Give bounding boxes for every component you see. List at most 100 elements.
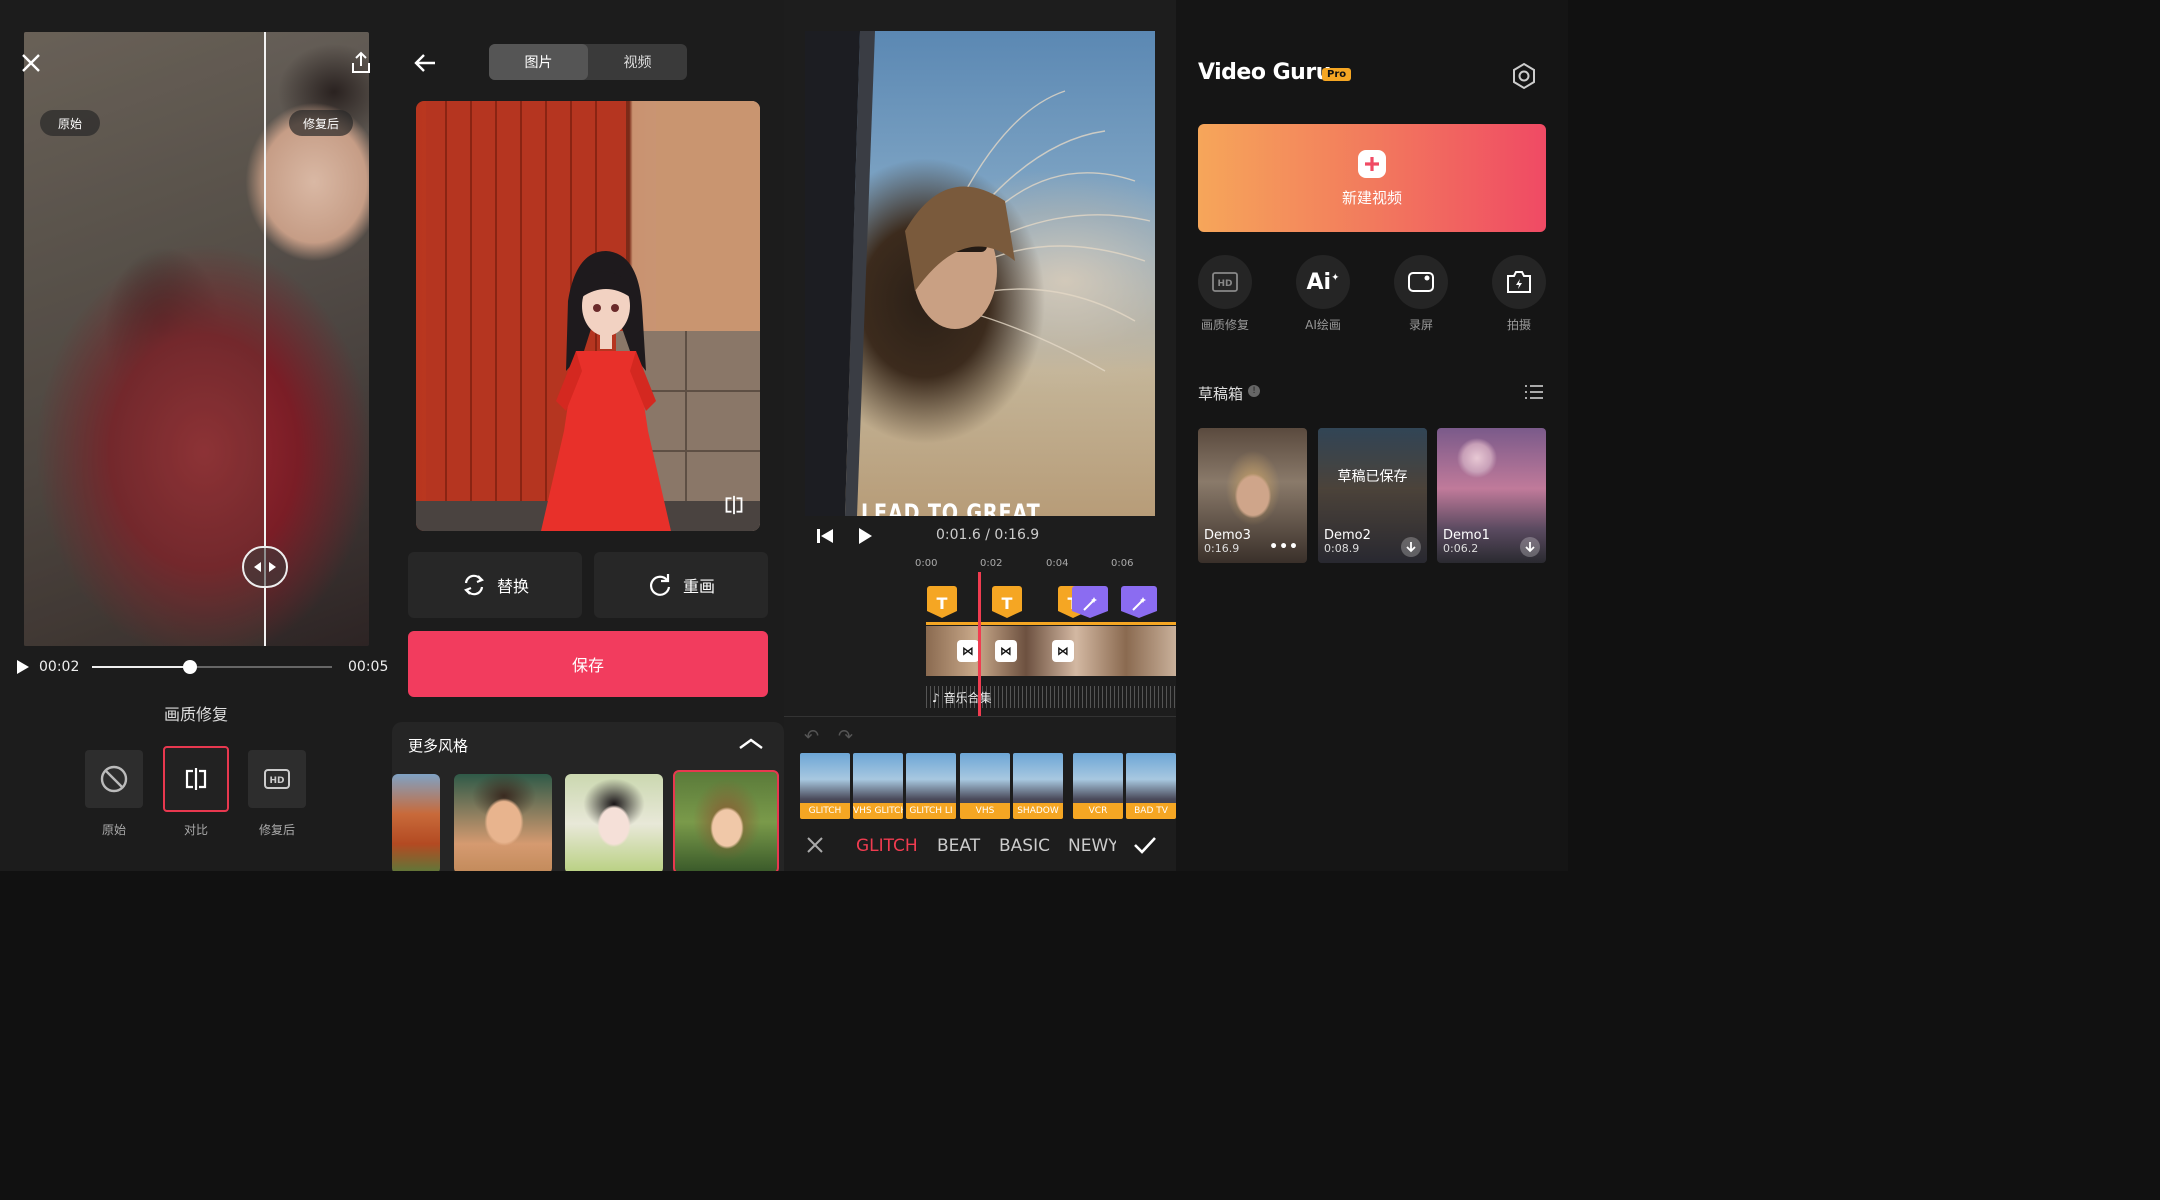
play-icon[interactable] [14, 658, 32, 676]
tab-photo[interactable]: 图片 [489, 44, 588, 80]
swap-icon [464, 574, 484, 596]
redraw-button[interactable]: 重画 [594, 552, 768, 618]
draft-item[interactable]: 草稿已保存 Demo2 0:08.9 [1318, 428, 1427, 563]
effect-label: GLITCH [800, 803, 850, 819]
quick-camera-button[interactable] [1492, 255, 1546, 309]
new-video-label: 新建视频 [1341, 188, 1402, 207]
draft-name: Demo2 [1324, 528, 1371, 543]
info-icon[interactable]: ! [1248, 385, 1260, 397]
transition-icon[interactable]: ⋈ [957, 640, 979, 662]
original-label: 原始 [101, 823, 126, 837]
video-preview: LEAD TO GREAT [805, 31, 1155, 516]
compare-icon [185, 768, 207, 790]
replace-button[interactable]: 替换 [408, 552, 582, 618]
transition-icon[interactable]: ⋈ [995, 640, 1017, 662]
new-video-button[interactable]: 新建视频 [1198, 124, 1546, 232]
effect-thumb[interactable]: VCR [1073, 753, 1123, 819]
back-arrow-icon[interactable] [410, 48, 440, 78]
effect-thumb[interactable]: BAD TV [1126, 753, 1176, 819]
text-marker[interactable]: T [927, 586, 957, 618]
drafts-label: 草稿箱 [1198, 385, 1244, 403]
effect-thumb[interactable]: VHS GLITCH [853, 753, 903, 819]
draft-name: Demo1 [1443, 528, 1490, 543]
ruler-tick: 0:04 [1046, 558, 1069, 569]
close-icon[interactable] [804, 834, 826, 856]
tab-beat[interactable]: BEAT [937, 836, 980, 856]
undo-icon[interactable]: ↶ [804, 726, 819, 747]
magic-wand-icon [1083, 596, 1097, 611]
download-icon[interactable] [1401, 537, 1421, 557]
save-button[interactable]: 保存 [408, 631, 768, 697]
check-icon[interactable] [1132, 832, 1158, 858]
redo-icon[interactable]: ↷ [838, 726, 853, 747]
effect-thumb[interactable]: GLITCH [800, 753, 850, 819]
list-view-icon[interactable] [1522, 381, 1546, 403]
style-thumb[interactable] [392, 774, 440, 871]
style-thumb[interactable] [454, 774, 552, 871]
redraw-label: 重画 [682, 577, 715, 596]
total-time: 00:05 [348, 659, 389, 675]
compare-drag-handle[interactable] [242, 546, 288, 588]
draft-duration: 0:06.2 [1443, 542, 1479, 555]
share-icon[interactable] [346, 48, 376, 78]
effect-thumb[interactable]: VHS [960, 753, 1010, 819]
quick-ai-art-button[interactable]: Ai✦ [1296, 255, 1350, 309]
ai-icon: Ai✦ [1306, 269, 1340, 295]
quick-record-button[interactable] [1394, 255, 1448, 309]
effect-label: VHS [960, 803, 1010, 819]
chevron-up-icon[interactable] [736, 734, 766, 754]
pro-badge[interactable]: Pro [1322, 68, 1352, 81]
style-thumb[interactable] [565, 774, 663, 871]
saved-overlay-text: 草稿已保存 [1337, 469, 1408, 485]
ruler-tick: 0:00 [915, 558, 938, 569]
compare-button[interactable] [163, 746, 229, 812]
more-styles-label: 更多风格 [408, 737, 469, 755]
skip-back-icon[interactable] [814, 525, 836, 547]
original-button[interactable] [85, 750, 143, 808]
transition-icon[interactable]: ⋈ [1052, 640, 1074, 662]
effect-marker[interactable] [1121, 586, 1157, 618]
home-screen: Video Guru Pro 新建视频 HD 画质修复 Ai✦ AI绘画 录屏 … [1176, 0, 1568, 871]
playback-time: 0:01.6 / 0:16.9 [936, 527, 1040, 543]
tab-newy[interactable]: NEWY [1068, 836, 1116, 856]
effect-label: SHADOW [1013, 803, 1063, 819]
style-thumb-selected[interactable] [673, 770, 779, 871]
hd-icon: HD [1212, 272, 1238, 292]
after-tag: 修复后 [289, 110, 354, 136]
music-label: 音乐合集 [943, 691, 992, 705]
effects-editor-screen: LEAD TO GREAT 0:01.6 / 0:16.9 0:00 0:02 … [784, 0, 1176, 871]
effect-thumb[interactable]: SHADOW [1013, 753, 1063, 819]
playback-current: 0:01.6 [936, 527, 981, 543]
compare-label: 对比 [183, 823, 208, 837]
text-marker[interactable]: T [992, 586, 1022, 618]
download-icon[interactable] [1520, 537, 1540, 557]
current-time: 00:02 [39, 659, 80, 675]
effect-label: VCR [1073, 803, 1123, 819]
hd-icon: HD [264, 769, 290, 789]
draft-duration: 0:16.9 [1204, 542, 1240, 555]
more-options-icon[interactable]: ••• [1269, 539, 1299, 555]
close-icon[interactable] [16, 48, 46, 78]
settings-icon[interactable] [1508, 60, 1540, 92]
tab-glitch[interactable]: GLITCH [856, 836, 918, 856]
scrub-knob[interactable] [183, 660, 198, 674]
replace-label: 替换 [496, 577, 529, 596]
media-type-toggle: 图片 视频 [489, 44, 687, 80]
quick-camera-label: 拍摄 [1506, 318, 1531, 332]
restored-button[interactable]: HD [248, 750, 306, 808]
quick-restore-button[interactable]: HD [1198, 255, 1252, 309]
draft-item[interactable]: Demo3 0:16.9 ••• [1198, 428, 1307, 563]
play-icon[interactable] [854, 525, 876, 547]
app-logo: Video Guru [1198, 60, 1331, 85]
tab-video[interactable]: 视频 [588, 44, 687, 80]
record-icon [1408, 272, 1434, 292]
anime-girl-illustration [416, 101, 760, 531]
draft-item[interactable]: Demo1 0:06.2 [1437, 428, 1546, 563]
wind-hair-photo [805, 31, 1151, 516]
playhead[interactable] [978, 572, 981, 716]
effect-thumb[interactable]: GLITCH LI [906, 753, 956, 819]
ai-art-screen: 图片 视频 替换 重画 保存 更多风格 [392, 0, 784, 871]
compare-icon[interactable] [720, 491, 748, 519]
tab-basic[interactable]: BASIC [999, 836, 1050, 856]
video-caption: LEAD TO GREAT [861, 499, 1041, 516]
